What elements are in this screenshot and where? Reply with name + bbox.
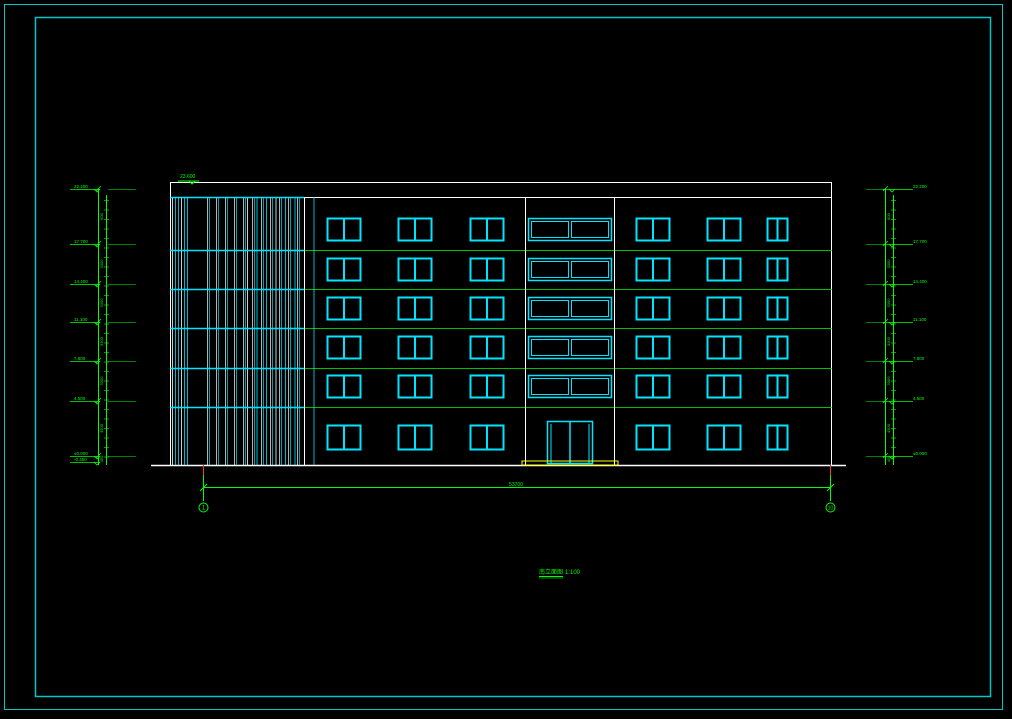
window <box>706 335 742 360</box>
stair-window <box>527 296 613 321</box>
floor-height-label: 3300 <box>886 336 891 346</box>
level-label: -0.450 <box>74 457 87 462</box>
level-label: 17.700 <box>913 239 927 244</box>
floor-height-label: 600 <box>886 212 891 219</box>
level-label: ±0.000 <box>913 451 927 456</box>
window <box>766 335 789 360</box>
floor-height-label: 450 <box>99 455 104 462</box>
floor-height-label: 3300 <box>99 336 104 346</box>
stair-window-pane <box>531 339 569 356</box>
stair-window-pane <box>531 378 569 395</box>
window <box>766 257 789 282</box>
stair-window-pane <box>571 378 609 395</box>
drawing-title-block: 南立面图 1:100 <box>539 568 581 579</box>
window <box>326 374 362 399</box>
stair-window <box>527 335 613 360</box>
overall-dimension: 53700 <box>199 465 835 501</box>
window <box>326 335 362 360</box>
window <box>469 257 505 282</box>
drawing-scale: 1:100 <box>565 570 581 576</box>
floor-height-label: 3300 <box>99 376 104 386</box>
window-group <box>326 217 789 451</box>
stair-window-pane <box>531 221 569 238</box>
level-label: 4.500 <box>74 396 86 401</box>
window <box>397 374 433 399</box>
building-outline <box>170 182 832 466</box>
stair-window <box>527 217 613 242</box>
level-label: 4.500 <box>913 396 925 401</box>
window <box>766 374 789 399</box>
window <box>326 257 362 282</box>
right-level-dimensions: 22.200 17.700 14.400 11.100 7.800 4.500 ±0.000… <box>866 184 927 465</box>
window <box>766 296 789 321</box>
window <box>397 296 433 321</box>
stair-window-pane <box>531 261 569 278</box>
window <box>635 374 671 399</box>
window <box>469 374 505 399</box>
window <box>635 296 671 321</box>
window <box>469 335 505 360</box>
stair-window <box>527 374 613 399</box>
window <box>635 335 671 360</box>
stair-window-pane <box>571 300 609 317</box>
floor-height-label: 4500 <box>99 423 104 433</box>
stair-window <box>527 257 613 282</box>
window <box>326 217 362 242</box>
window <box>469 217 505 242</box>
window <box>766 424 789 451</box>
stair-window-pane <box>571 221 609 238</box>
window <box>766 217 789 242</box>
window <box>469 296 505 321</box>
level-label: 7.800 <box>913 356 925 361</box>
window <box>397 257 433 282</box>
level-label: 22.200 <box>74 184 88 189</box>
level-label: 7.800 <box>74 356 86 361</box>
window <box>706 374 742 399</box>
window <box>706 217 742 242</box>
level-label: 11.100 <box>913 317 927 322</box>
floor-height-label: 450 <box>886 455 891 462</box>
axis-bubble-end: 10 <box>825 502 836 513</box>
level-label: ±0.000 <box>74 451 88 456</box>
level-label: 11.100 <box>74 317 88 322</box>
window <box>706 296 742 321</box>
floor-height-label: 3300 <box>886 298 891 308</box>
window <box>397 424 433 451</box>
stair-window-pane <box>531 300 569 317</box>
left-level-dimensions: 22.200 17.700 14.400 11.100 7.800 4.500 ±0.000… <box>70 184 136 466</box>
overall-width-label: 53700 <box>509 482 523 488</box>
level-label: 14.400 <box>74 279 88 284</box>
level-label: 22.200 <box>913 184 927 189</box>
level-label: 14.400 <box>913 279 927 284</box>
axis-start-label: 1 <box>202 506 206 512</box>
drawing-title: 南立面图 <box>539 568 563 576</box>
entrance <box>521 420 619 466</box>
window <box>469 424 505 451</box>
roof-level-label: 23.600 <box>180 174 196 180</box>
floor-height-label: 3300 <box>886 376 891 386</box>
level-label: 17.700 <box>74 239 88 244</box>
stair-window-pane <box>571 339 609 356</box>
window <box>326 424 362 451</box>
axis-end-label: 10 <box>828 506 834 512</box>
stair-window-pane <box>571 261 609 278</box>
floor-height-label: 3300 <box>99 298 104 308</box>
window <box>706 424 742 451</box>
floor-height-label: 3300 <box>886 259 891 269</box>
vertical-louver-facade <box>170 196 315 465</box>
floor-height-label: 600 <box>99 212 104 219</box>
window <box>326 296 362 321</box>
window <box>397 335 433 360</box>
window <box>635 424 671 451</box>
window <box>397 217 433 242</box>
elevation-drawing: 23.600 53700 1 10 22.200 17.700 14.400 11.1… <box>4 4 1003 710</box>
axis-bubble-start: 1 <box>198 502 209 513</box>
window <box>635 217 671 242</box>
window <box>635 257 671 282</box>
floor-height-label: 3300 <box>99 259 104 269</box>
floor-height-label: 4500 <box>886 423 891 433</box>
window <box>706 257 742 282</box>
